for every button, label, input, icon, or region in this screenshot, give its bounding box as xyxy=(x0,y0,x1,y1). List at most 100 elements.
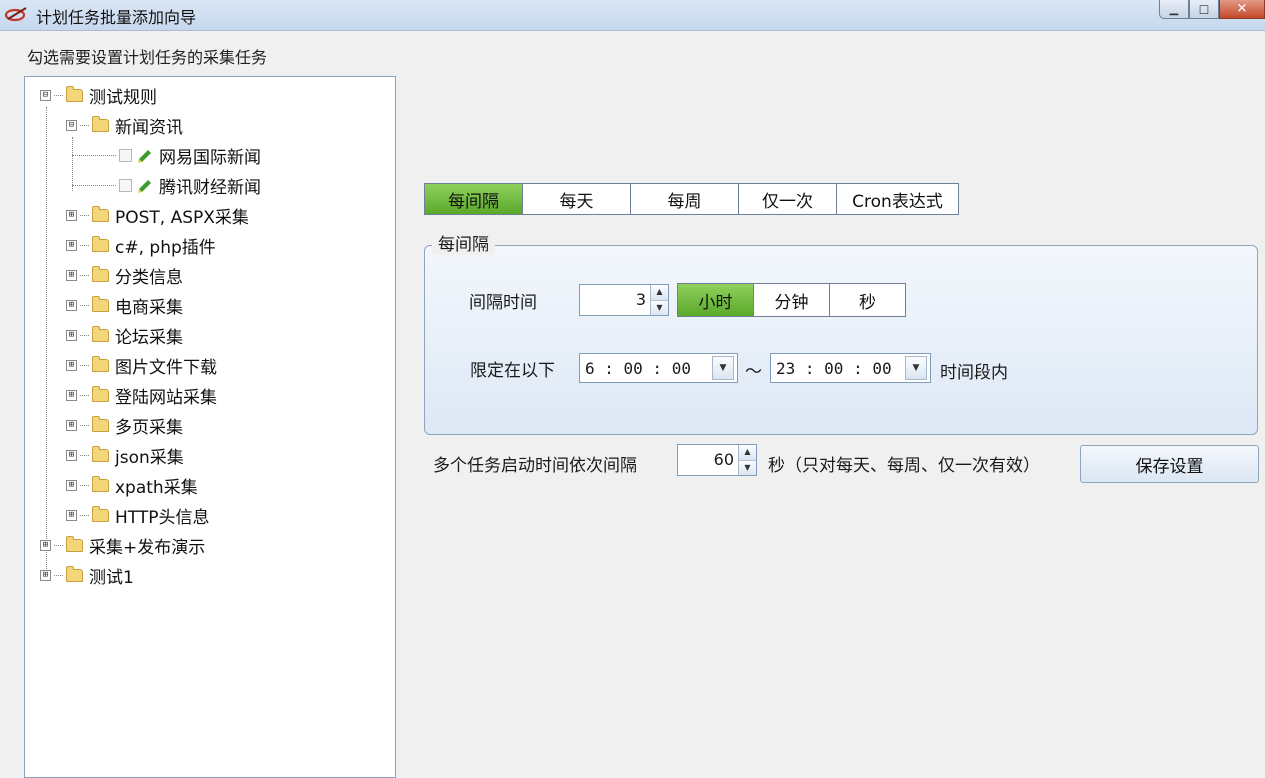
tree-node-label: 电商采集 xyxy=(115,297,183,318)
tree-node[interactable]: ⊞ 图片文件下载 xyxy=(66,353,217,378)
tree-node[interactable]: ⊞ 多页采集 xyxy=(66,413,183,438)
expand-icon[interactable]: ⊞ xyxy=(66,209,77,221)
interval-value-stepper[interactable]: 3 ▲ ▼ xyxy=(579,284,669,316)
tree-node-label: c#, php插件 xyxy=(115,237,216,258)
task-tree[interactable]: ⊟ 测试规则 ⊟ 新闻资讯 网易国际新闻 腾讯财经新闻 ⊞ POST, ASPX… xyxy=(24,76,396,778)
expand-icon[interactable]: ⊞ xyxy=(66,299,77,311)
unit-hour-button[interactable]: 小时 xyxy=(677,283,754,317)
minimize-button[interactable]: ▁ xyxy=(1159,0,1189,19)
tree-line xyxy=(80,124,89,126)
window-title: 计划任务批量添加向导 xyxy=(36,8,197,27)
start-time-value[interactable]: 6 : 00 : 00 xyxy=(580,359,712,378)
folder-icon xyxy=(92,445,109,462)
tree-leaf-163-news[interactable]: 网易国际新闻 xyxy=(72,143,261,168)
spin-up-icon[interactable]: ▲ xyxy=(739,445,756,461)
tree-line xyxy=(46,107,47,577)
folder-icon xyxy=(92,505,109,522)
range-separator: ～ xyxy=(745,362,762,382)
tree-line xyxy=(80,514,89,516)
expand-icon[interactable]: ⊞ xyxy=(66,479,77,491)
maximize-button[interactable]: □ xyxy=(1189,0,1219,19)
instructions-label: 勾选需要设置计划任务的采集任务 xyxy=(27,48,268,67)
expand-icon[interactable]: ⊞ xyxy=(66,269,77,281)
tree-node[interactable]: ⊞ HTTP头信息 xyxy=(66,503,210,528)
folder-icon xyxy=(92,235,109,252)
save-settings-button[interactable]: 保存设置 xyxy=(1080,445,1259,483)
tree-node[interactable]: ⊞ 电商采集 xyxy=(66,293,183,318)
tree-node-label: 图片文件下载 xyxy=(115,357,217,378)
tree-line xyxy=(72,184,116,186)
tree-node[interactable]: ⊞ 测试1 xyxy=(40,563,134,588)
stagger-value-stepper[interactable]: 60 ▲ ▼ xyxy=(677,444,757,476)
folder-icon xyxy=(66,85,83,102)
task-checkbox[interactable] xyxy=(119,148,132,162)
expand-icon[interactable]: ⊞ xyxy=(40,569,51,581)
tree-node[interactable]: ⊞ POST, ASPX采集 xyxy=(66,203,249,228)
pencil-icon xyxy=(138,150,151,163)
expand-icon[interactable]: ⊞ xyxy=(66,359,77,371)
folder-icon xyxy=(66,535,83,552)
tree-line xyxy=(80,274,89,276)
minimize-icon: ▁ xyxy=(1169,2,1179,16)
tree-line xyxy=(54,574,63,576)
tree-node-label: HTTP头信息 xyxy=(115,507,210,528)
tree-line xyxy=(72,154,116,156)
chevron-down-icon[interactable]: ▼ xyxy=(905,356,927,380)
tree-node-news[interactable]: ⊟ 新闻资讯 xyxy=(66,113,183,138)
tree-node-label: 新闻资讯 xyxy=(115,117,183,138)
tree-node[interactable]: ⊞ xpath采集 xyxy=(66,473,198,498)
stagger-value[interactable]: 60 xyxy=(678,445,738,475)
spin-down-icon[interactable]: ▼ xyxy=(651,300,668,315)
folder-icon xyxy=(92,475,109,492)
expand-icon[interactable]: ⊞ xyxy=(66,509,77,521)
app-logo-icon xyxy=(4,7,27,22)
tab-daily[interactable]: 每天 xyxy=(523,183,631,215)
expand-icon[interactable]: ⊞ xyxy=(66,239,77,251)
expand-icon[interactable]: ⊞ xyxy=(66,449,77,461)
expand-icon[interactable]: ⊞ xyxy=(66,389,77,401)
tree-node-label: 测试规则 xyxy=(89,87,157,108)
tree-node-root[interactable]: ⊟ 测试规则 xyxy=(40,83,157,108)
collapse-icon[interactable]: ⊟ xyxy=(40,89,51,101)
spin-buttons: ▲ ▼ xyxy=(738,445,756,475)
expand-icon[interactable]: ⊞ xyxy=(40,539,51,551)
tree-node-label: POST, ASPX采集 xyxy=(115,207,249,228)
end-time-value[interactable]: 23 : 00 : 00 xyxy=(771,359,905,378)
folder-icon xyxy=(92,355,109,372)
unit-second-button[interactable]: 秒 xyxy=(830,283,906,317)
tab-weekly[interactable]: 每周 xyxy=(631,183,739,215)
close-icon: ✕ xyxy=(1236,1,1248,17)
tree-node-label: 腾讯财经新闻 xyxy=(159,177,261,198)
tree-node-label: xpath采集 xyxy=(115,477,198,498)
close-button[interactable]: ✕ xyxy=(1219,0,1265,19)
maximize-icon: □ xyxy=(1198,2,1210,16)
collapse-icon[interactable]: ⊟ xyxy=(66,119,77,131)
tree-node[interactable]: ⊞ 分类信息 xyxy=(66,263,183,288)
expand-icon[interactable]: ⊞ xyxy=(66,419,77,431)
stagger-label: 多个任务启动时间依次间隔 xyxy=(433,456,637,476)
task-checkbox[interactable] xyxy=(119,178,132,192)
tab-interval[interactable]: 每间隔 xyxy=(424,183,523,215)
start-time-picker[interactable]: 6 : 00 : 00 ▼ xyxy=(579,353,738,383)
tab-cron[interactable]: Cron表达式 xyxy=(837,183,959,215)
limit-range-label: 限定在以下 xyxy=(470,361,555,381)
chevron-down-icon[interactable]: ▼ xyxy=(712,356,734,380)
unit-minute-button[interactable]: 分钟 xyxy=(754,283,830,317)
tree-node-label: 采集+发布演示 xyxy=(89,537,206,558)
tree-node[interactable]: ⊞ 采集+发布演示 xyxy=(40,533,206,558)
tree-line xyxy=(80,484,89,486)
folder-icon xyxy=(66,565,83,582)
spin-down-icon[interactable]: ▼ xyxy=(739,460,756,475)
tree-node[interactable]: ⊞ 论坛采集 xyxy=(66,323,183,348)
end-time-picker[interactable]: 23 : 00 : 00 ▼ xyxy=(770,353,931,383)
tree-line xyxy=(54,94,63,96)
tree-line xyxy=(80,334,89,336)
interval-value[interactable]: 3 xyxy=(580,285,650,315)
tab-once[interactable]: 仅一次 xyxy=(739,183,837,215)
tree-leaf-tencent-finance[interactable]: 腾讯财经新闻 xyxy=(72,173,261,198)
tree-node[interactable]: ⊞ 登陆网站采集 xyxy=(66,383,217,408)
expand-icon[interactable]: ⊞ xyxy=(66,329,77,341)
spin-up-icon[interactable]: ▲ xyxy=(651,285,668,301)
tree-node[interactable]: ⊞ c#, php插件 xyxy=(66,233,216,258)
tree-node[interactable]: ⊞ json采集 xyxy=(66,443,184,468)
